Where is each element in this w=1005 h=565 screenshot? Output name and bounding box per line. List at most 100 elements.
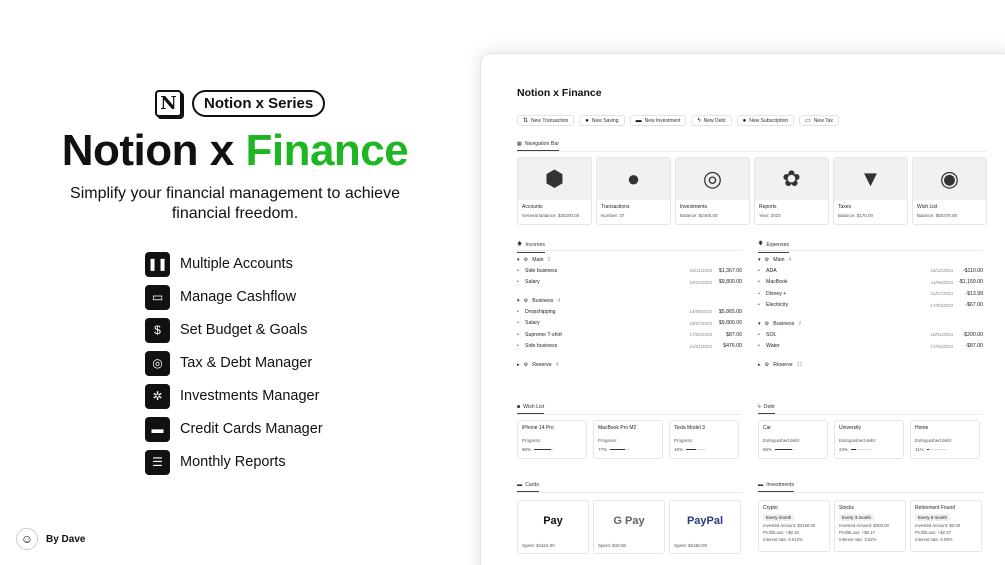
button-label: New Investment (644, 117, 681, 124)
nav-card[interactable]: ⬢ Accounts General Balance: $26200.00 (517, 157, 592, 225)
payment-card[interactable]: G Pay Spent: $10.00 (593, 500, 665, 554)
table-row[interactable]: • Dropshipping 14/08/2023 $5,865.00 (517, 306, 742, 318)
table-row[interactable]: • Water 17/04/2023 -$87.00 (758, 341, 983, 353)
hero-title-prefix: Notion x (61, 126, 234, 175)
bolt-icon: ϟ (758, 404, 761, 410)
table-row[interactable]: • SOL 10/01/2023 -$200.00 (758, 329, 983, 341)
group-toggle[interactable]: ▾ ⚙ Business 4 (517, 296, 742, 306)
payment-card[interactable]: Pay Spent: $1164.00 (517, 500, 589, 554)
row-amount: $9,800.00 (718, 320, 742, 327)
frequency-badge: Every 3 month (839, 514, 875, 521)
triangle-down-icon: ▾ (517, 257, 520, 263)
quick-action-button[interactable]: ▬ New Investment (629, 115, 687, 126)
progress-label: Progress: (598, 438, 618, 443)
quick-action-button[interactable]: ▭ New Tax (799, 115, 839, 126)
quick-action-button[interactable]: ● New Saving (579, 115, 625, 126)
nav-card[interactable]: ● Transactions Number: 37 (596, 157, 671, 225)
hero-title: Notion x Finance (0, 126, 470, 176)
category-icon: • (758, 290, 760, 297)
gear-icon: ⚙ (523, 362, 529, 368)
row-name: MacBook (766, 279, 788, 286)
row-name: Disney + (766, 290, 787, 297)
expenses-table: ▾ ⚙ Main 4 • ADA 16/12/2023 -$110.00 • MacBook 11/… (758, 255, 983, 378)
table-row[interactable]: • Electricity 17/03/2023 -$67.00 (758, 300, 983, 312)
row-amount: $1,367.00 (718, 267, 742, 274)
table-row[interactable]: • Salary 19/10/2023 $9,800.00 (517, 277, 742, 289)
nav-card-title: Accounts (522, 204, 543, 210)
byline: ☺ By Dave (16, 528, 85, 550)
debt-card[interactable]: Car Extinguished debt: 86% (758, 420, 828, 459)
group-toggle[interactable]: ▾ ⚙ Main 2 (517, 255, 742, 265)
wish_list-card[interactable]: MacBook Pro M2 Progress: 77% (593, 420, 663, 459)
feature-item: ▬ Credit Cards Manager (145, 416, 323, 442)
investment-card[interactable]: Retirement Found Every 6 month Invested Am… (910, 500, 982, 552)
row-name: Side business (525, 267, 558, 274)
quick-action-button[interactable]: ⇅ New Transaction (517, 115, 575, 126)
group-name: Business (773, 321, 795, 327)
progress-value: 77% (598, 447, 608, 452)
table-row[interactable]: • Disney + 21/07/2023 -$13.99 (758, 288, 983, 300)
nav-card-title: Wish List (917, 204, 938, 210)
group-count: 4 (557, 298, 561, 304)
table-row[interactable]: • ADA 16/12/2023 -$110.00 (758, 265, 983, 277)
progress-bar (610, 448, 631, 451)
table-row[interactable]: • Salary 19/07/2023 $9,800.00 (517, 318, 742, 330)
invested-amount: Invested Amount: $0.00 (915, 523, 961, 528)
debt-heading: ϟ Debt (758, 404, 775, 414)
nav-card[interactable]: ✿ Reports Year: 2023 (754, 157, 829, 225)
nav-card[interactable]: ◎ Investments Balance: $2460.00 (675, 157, 750, 225)
pause-icon: ❚❚ (145, 251, 170, 277)
table-row[interactable]: • MacBook 11/08/2023 -$1,159.00 (758, 277, 983, 289)
feature-item: ☰ Monthly Reports (145, 449, 323, 475)
investment-card[interactable]: Stocks Every 3 month Invested Amount: $300… (834, 500, 906, 552)
nav-card-subtitle: Balance: $170.00 (838, 213, 874, 218)
group-toggle[interactable]: ▾ ⚙ Main 4 (758, 255, 983, 265)
quick-action-button[interactable]: ● New Subscription (736, 115, 795, 126)
tax-icon: ▭ (805, 118, 811, 124)
gear-icon: ✲ (145, 383, 170, 409)
gear-icon: ⚙ (764, 362, 770, 368)
button-label: New Saving (591, 117, 619, 124)
feature-label: Set Budget & Goals (180, 322, 308, 338)
progress-bar (686, 448, 707, 451)
group-count: 21 (796, 362, 803, 368)
feature-item: ▭ Manage Cashflow (145, 284, 323, 310)
progress-bar (851, 448, 872, 451)
payment-logo: PayPal (686, 515, 724, 527)
payment-card[interactable]: PayPal Spent: $2460.00 (669, 500, 741, 554)
exchange-icon: ⇅ (523, 118, 529, 124)
progress-row: 77% (598, 447, 658, 452)
category-icon: • (758, 302, 760, 309)
nav-card[interactable]: ▼ Taxes Balance: $170.00 (833, 157, 908, 225)
category-icon: • (517, 320, 519, 327)
wish_list-card[interactable]: iPhone 14 Pro Progress: 86% (517, 420, 587, 459)
quick-action-button[interactable]: ϟ New Debt (691, 115, 732, 126)
debt-card[interactable]: University Extinguished debt: 23% (834, 420, 904, 459)
row-amount: -$200.00 (962, 331, 983, 338)
investment-icon: ▬ (635, 117, 642, 124)
row-name: Electricity (766, 302, 789, 309)
category-icon: • (517, 343, 519, 350)
brand-header: N Notion x Series (155, 90, 326, 117)
progress-bar (926, 448, 947, 451)
progress-value: 48% (674, 447, 684, 452)
table-row[interactable]: • Side business 21/01/2023 $476.00 (517, 341, 742, 353)
group-toggle[interactable]: ▸ ⚙ Reserve 21 (758, 360, 983, 370)
category-icon: • (517, 267, 519, 274)
progress-bar (534, 448, 555, 451)
progress-row: 48% (674, 447, 734, 452)
nav-card[interactable]: ◉ Wish List Balance: $50370.00 (912, 157, 987, 225)
feature-label: Investments Manager (180, 388, 320, 404)
row-amount: $476.00 (723, 343, 742, 350)
triangle-down-icon: ▾ (758, 321, 761, 327)
group-name: Reserve (773, 362, 793, 368)
table-row[interactable]: • Supreme T-shirt 17/02/2023 $87.00 (517, 329, 742, 341)
row-name: SOL (766, 331, 777, 338)
wish_list-card[interactable]: Tesla Model 3 Progress: 48% (669, 420, 739, 459)
group-toggle[interactable]: ▸ ⚙ Reserve 4 (517, 360, 742, 370)
progress-row: 11% (915, 447, 975, 452)
group-toggle[interactable]: ▾ ⚙ Business 2 (758, 319, 983, 329)
investment-card[interactable]: Crypto Every month Invested Amount: $2160.… (758, 500, 830, 552)
table-row[interactable]: • Side business 23/11/2023 $1,367.00 (517, 265, 742, 277)
debt-card[interactable]: Home Extinguished debt: 11% (910, 420, 980, 459)
